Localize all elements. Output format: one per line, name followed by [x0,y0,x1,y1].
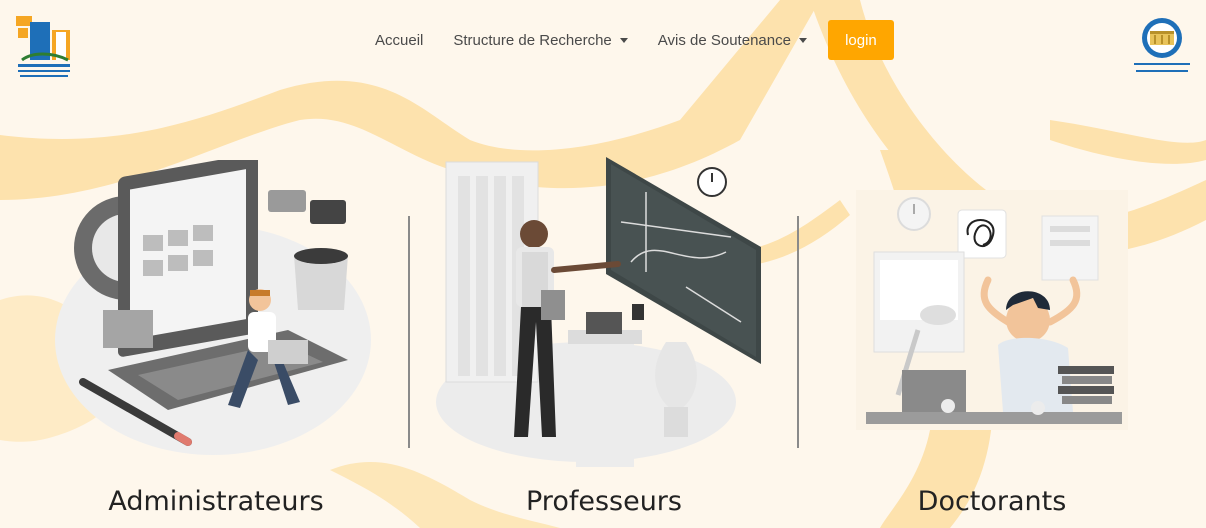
university-logo[interactable] [12,12,74,82]
administrator-illustration[interactable] [48,160,378,460]
nav-research-structure-dropdown[interactable]: Structure de Recherche [438,32,642,49]
nav-defense-label: Avis de Soutenance [657,31,791,49]
faculty-logo[interactable] [1126,16,1198,80]
section-divider [408,216,410,448]
nav-research-label: Structure de Recherche [453,31,612,49]
caret-down-icon [798,37,807,43]
section-divider [797,216,799,448]
login-button[interactable]: login [827,20,894,60]
navbar: Accueil Structure de Recherche Avis de S… [0,0,1206,82]
role-label-professors[interactable]: Professeurs [454,486,754,517]
nav-home-label: Accueil [375,31,424,49]
role-label-administrators[interactable]: Administrateurs [66,486,366,517]
nav-defense-notice-dropdown[interactable]: Avis de Soutenance [643,32,822,49]
professor-illustration[interactable] [436,152,766,470]
main-nav: Accueil Structure de Recherche Avis de S… [360,20,894,60]
role-label-doctoral-students[interactable]: Doctorants [842,486,1142,517]
doctoral-student-illustration[interactable] [838,180,1138,440]
caret-down-icon [619,37,628,43]
nav-home[interactable]: Accueil [360,32,438,49]
